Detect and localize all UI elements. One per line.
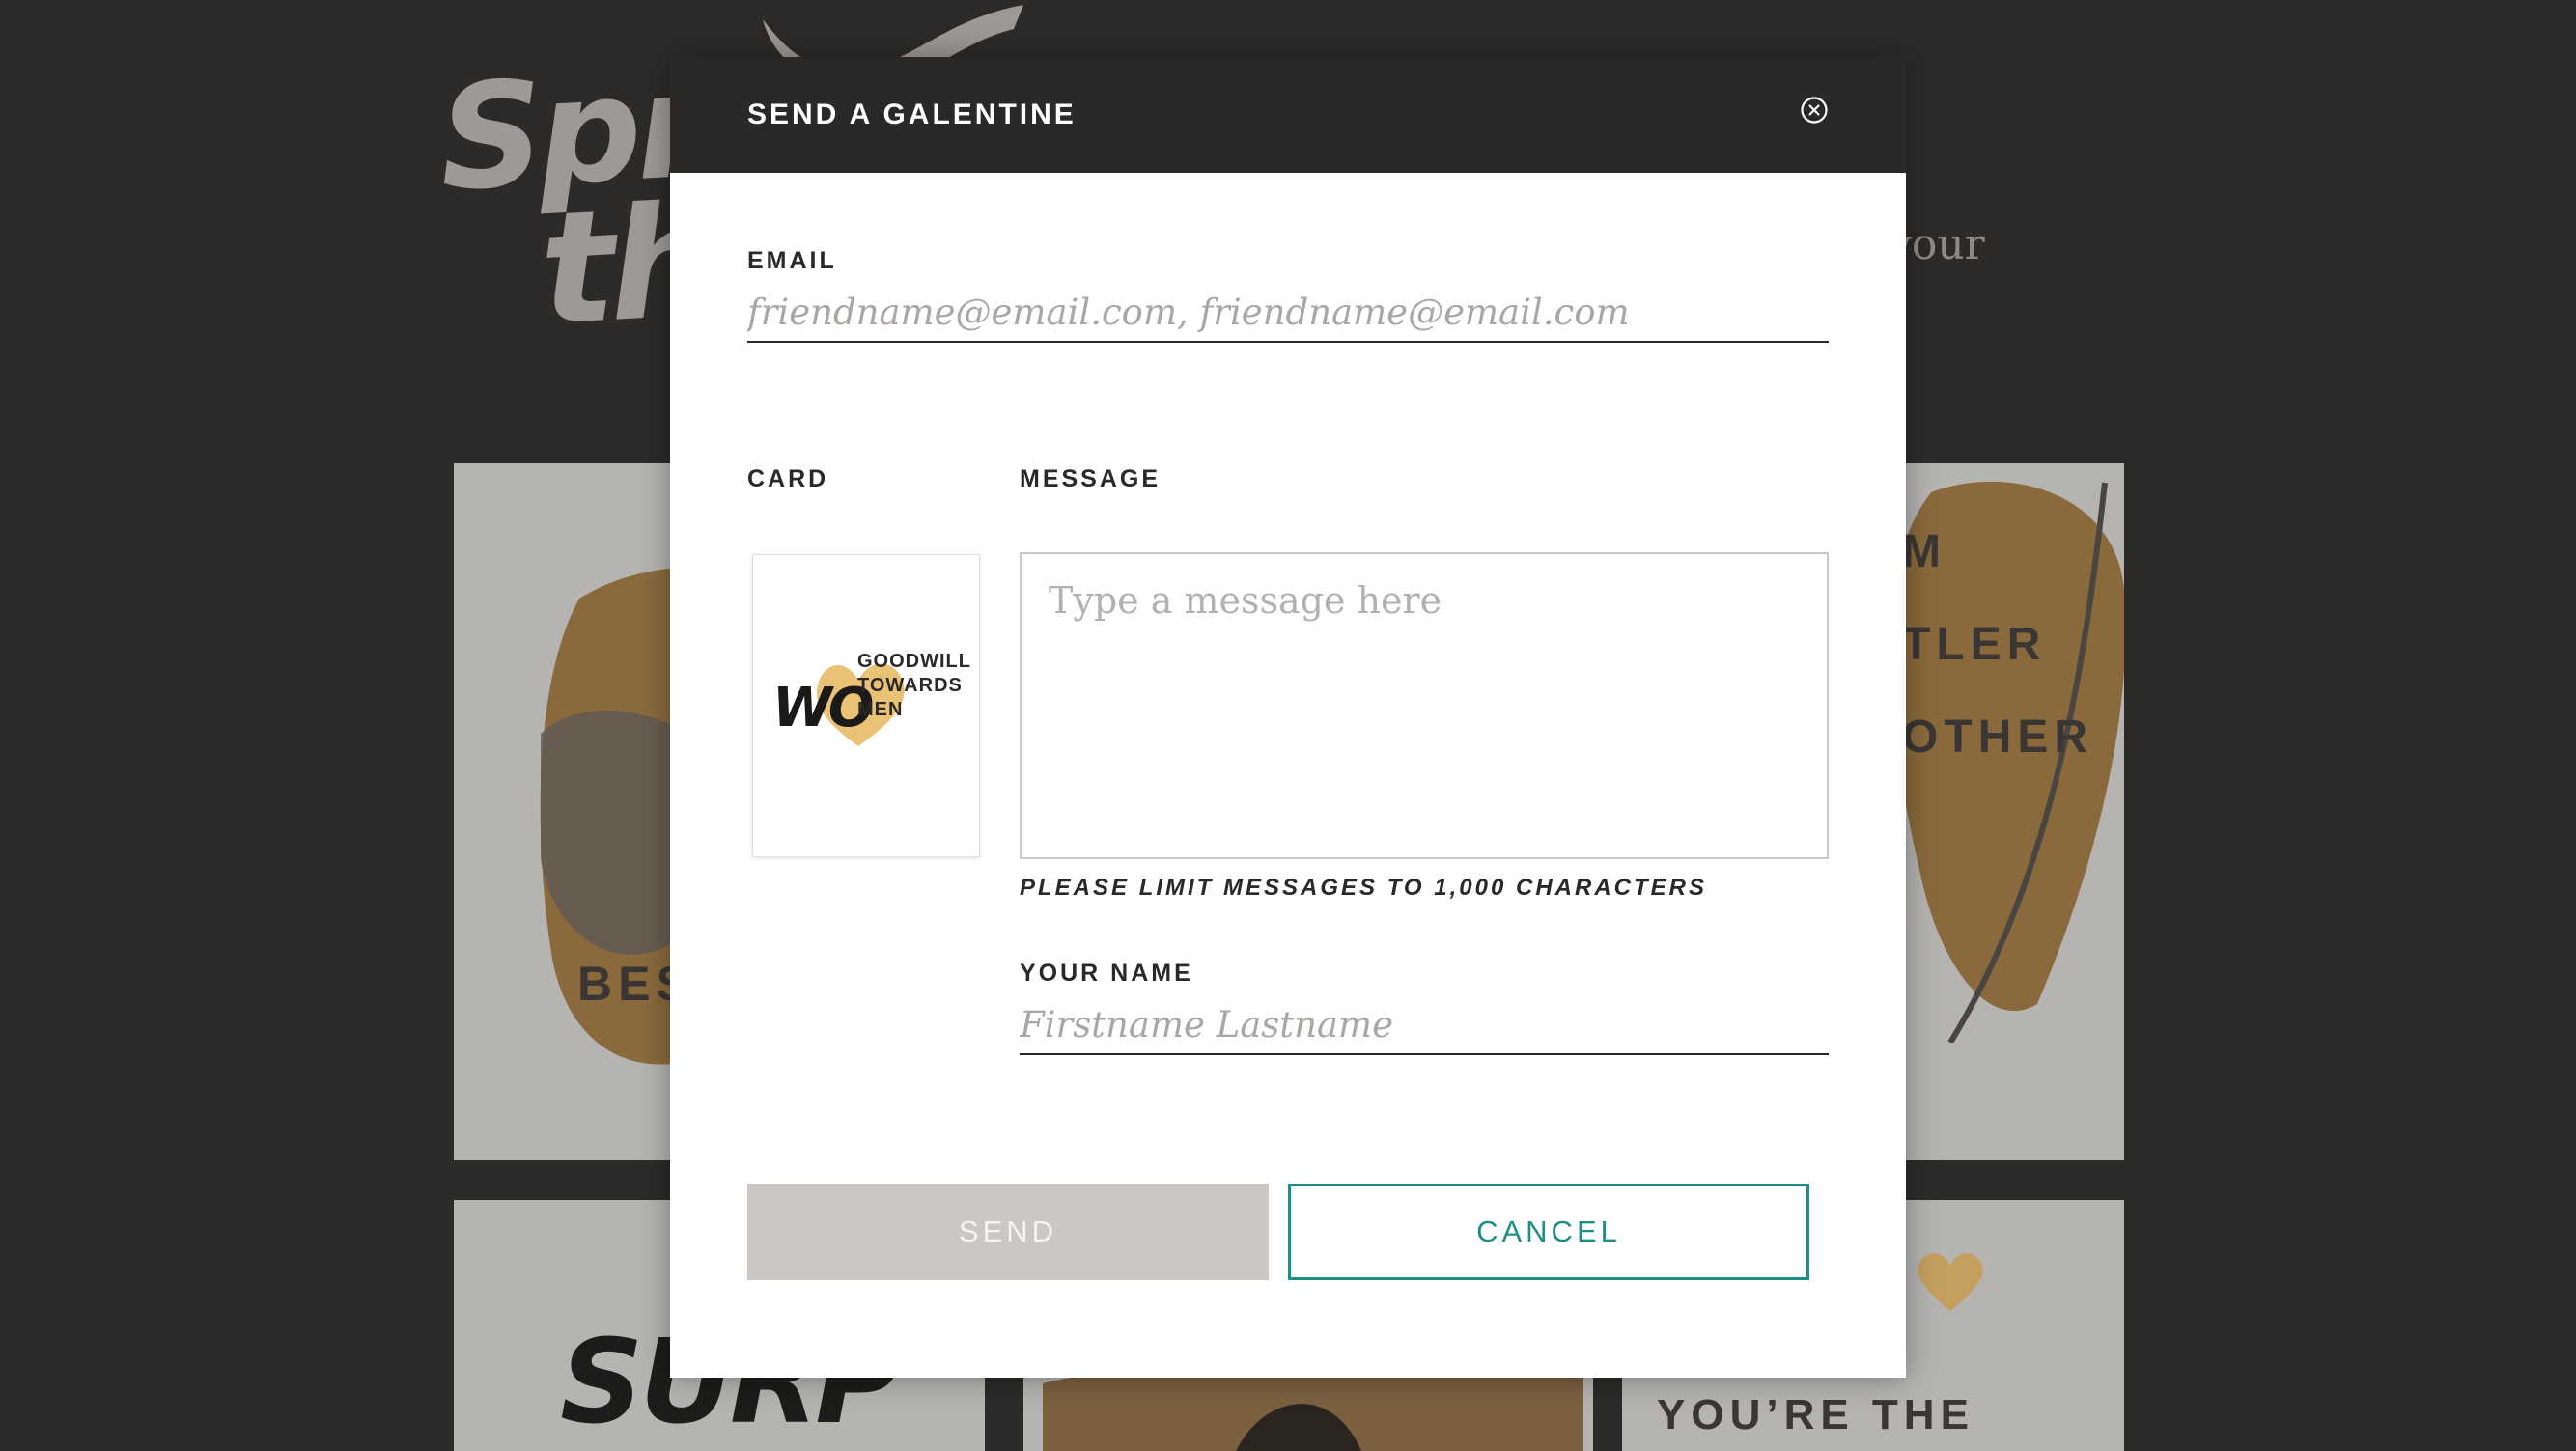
logo-wo-text: WO (772, 677, 874, 739)
email-label: EMAIL (747, 247, 837, 274)
send-button[interactable]: SEND (747, 1184, 1269, 1280)
logo-line-3: MEN (857, 699, 904, 720)
background-card-right-line3: OTHER (1902, 712, 2093, 763)
email-input[interactable] (747, 292, 1829, 343)
close-button[interactable] (1800, 96, 1829, 125)
background-card-bottom-right-text: YOU’RE THE (1657, 1391, 1974, 1438)
logo-line-1: GOODWILL (857, 651, 971, 672)
goodwill-towards-women-logo: WO GOODWILL TOWARDS MEN (767, 650, 971, 766)
your-name-label: YOUR NAME (1020, 960, 1193, 987)
modal-header: SEND A GALENTINE (670, 57, 1906, 173)
cancel-button[interactable]: CANCEL (1288, 1184, 1809, 1280)
your-name-input[interactable] (1020, 1004, 1829, 1055)
logo-line-2: TOWARDS (857, 675, 963, 696)
message-label: MESSAGE (1020, 465, 1162, 492)
send-galentine-modal: SEND A GALENTINE EMAIL CARD WO GOODWILL … (670, 57, 1906, 1378)
modal-title: SEND A GALENTINE (747, 98, 1077, 130)
message-limit-hint: PLEASE LIMIT MESSAGES TO 1,000 CHARACTER… (1020, 875, 1707, 901)
logo-text: GOODWILL TOWARDS MEN (857, 650, 971, 722)
card-label: CARD (747, 465, 829, 492)
card-thumbnail[interactable]: WO GOODWILL TOWARDS MEN (752, 554, 980, 857)
background-card-right-line2: TLER (1902, 619, 2047, 670)
background-card-right-line1: M (1902, 526, 1946, 577)
heart-decoration (1918, 1253, 1983, 1311)
close-circle-icon (1801, 97, 1828, 124)
message-textarea[interactable] (1020, 552, 1829, 859)
